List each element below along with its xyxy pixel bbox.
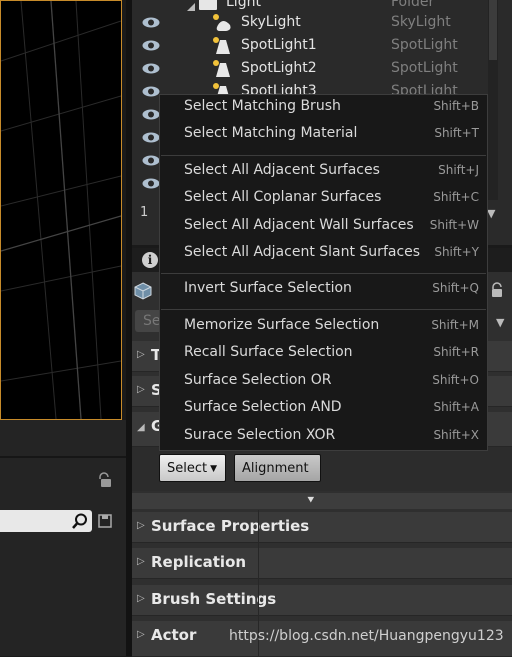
- watermark-text: https://blog.csdn.net/Huangpengyu123: [229, 628, 504, 644]
- outliner-item-type: SkyLight: [391, 14, 451, 30]
- menu-separator: [161, 155, 486, 156]
- menu-item-select-matching-brush[interactable]: Select Matching Brush Shift+B: [184, 98, 484, 122]
- visibility-eye-icon[interactable]: [142, 39, 160, 52]
- menu-item-recall-surface-selection[interactable]: Recall Surface Selection Shift+R: [184, 344, 484, 368]
- visibility-eye-icon[interactable]: [142, 131, 160, 144]
- menu-item-invert-surface-selection[interactable]: Invert Surface Selection Shift+Q: [184, 280, 484, 304]
- outliner-item-name: SpotLight1: [241, 37, 317, 53]
- menu-separator: [161, 309, 486, 310]
- spotlight-icon: [212, 36, 232, 56]
- collapse-arrow-icon: ▷: [137, 629, 145, 640]
- category-replication[interactable]: ▷ Replication: [132, 548, 512, 579]
- collapse-arrow-icon: ▷: [137, 349, 145, 360]
- lock-icon[interactable]: [96, 472, 112, 488]
- viewport-grid: [1, 1, 121, 419]
- visibility-eye-icon[interactable]: [142, 16, 160, 29]
- outliner-actor-count: 1: [140, 205, 149, 220]
- collapse-arrow-icon: ▷: [137, 520, 145, 531]
- menu-item-surface-selection-or[interactable]: Surface Selection OR Shift+O: [184, 372, 484, 396]
- save-icon[interactable]: [98, 513, 112, 528]
- visibility-eye-icon[interactable]: [142, 62, 160, 75]
- visibility-eye-icon[interactable]: [142, 108, 160, 121]
- category-surface-properties[interactable]: ▷ Surface Properties: [132, 512, 512, 543]
- search-input[interactable]: [0, 510, 92, 532]
- collapse-arrow-icon: ▷: [137, 384, 145, 395]
- menu-item-select-matching-material[interactable]: Select Matching Material Shift+T: [184, 125, 484, 149]
- dropdown-arrow-icon: ▼: [210, 464, 218, 474]
- select-context-menu: Select Matching Brush Shift+B Select Matc…: [159, 94, 488, 451]
- view-options-chevron-icon[interactable]: ▼: [487, 207, 495, 220]
- outliner-item-name: SkyLight: [241, 14, 301, 30]
- advanced-expander[interactable]: ⯆: [132, 493, 512, 509]
- expanded-arrow-icon: ◢: [137, 422, 145, 433]
- outliner-row[interactable]: SpotLight1 SpotLight: [132, 34, 488, 57]
- visibility-eye-icon[interactable]: [142, 85, 160, 98]
- search-icon[interactable]: [72, 513, 88, 533]
- expand-down-icon: ⯆: [306, 493, 316, 507]
- menu-separator: [161, 273, 486, 274]
- collapse-arrow-icon: ▷: [137, 593, 145, 604]
- expand-arrow-icon[interactable]: [186, 0, 196, 11]
- menu-item-select-adjacent-wall-surfaces[interactable]: Select All Adjacent Wall Surfaces Shift+W: [184, 217, 484, 241]
- skylight-icon: [212, 13, 232, 33]
- view-options-chevron-icon[interactable]: ▼: [496, 316, 504, 329]
- outliner-item-type: SpotLight: [391, 37, 458, 53]
- menu-item-select-adjacent-surfaces[interactable]: Select All Adjacent Surfaces Shift+J: [184, 162, 484, 186]
- visibility-eye-icon[interactable]: [142, 154, 160, 167]
- alignment-button[interactable]: Alignment▼: [234, 454, 321, 502]
- outliner-item-name: Light: [226, 0, 261, 10]
- spotlight-icon: [212, 59, 232, 79]
- outliner-item-type: Folder: [391, 0, 435, 10]
- menu-item-select-coplanar-surfaces[interactable]: Select All Coplanar Surfaces Shift+C: [184, 189, 484, 213]
- menu-item-surface-selection-xor[interactable]: Surace Selection XOR Shift+X: [184, 427, 484, 451]
- menu-item-memorize-surface-selection[interactable]: Memorize Surface Selection Shift+M: [184, 317, 484, 341]
- menu-item-surface-selection-and[interactable]: Surface Selection AND Shift+A: [184, 399, 484, 423]
- outliner-scrollbar[interactable]: [488, 0, 498, 200]
- lock-icon[interactable]: [490, 282, 504, 298]
- info-icon[interactable]: i: [142, 252, 158, 268]
- outliner-item-type: SpotLight: [391, 60, 458, 76]
- select-button[interactable]: Select ▼: [159, 454, 226, 482]
- folder-icon: [198, 0, 218, 11]
- content-browser-panel: [0, 420, 126, 656]
- scrollbar-thumb[interactable]: [489, 0, 497, 60]
- cube-icon: [134, 282, 152, 300]
- outliner-row[interactable]: SkyLight SkyLight: [132, 11, 488, 34]
- viewport[interactable]: [0, 0, 122, 420]
- collapse-arrow-icon: ▷: [137, 556, 145, 567]
- outliner-item-name: SpotLight2: [241, 60, 317, 76]
- outliner-row[interactable]: SpotLight2 SpotLight: [132, 57, 488, 80]
- menu-item-select-adjacent-slant-surfaces[interactable]: Select All Adjacent Slant Surfaces Shift+…: [184, 244, 484, 268]
- visibility-eye-icon[interactable]: [142, 177, 160, 190]
- category-brush-settings[interactable]: ▷ Brush Settings: [132, 585, 512, 616]
